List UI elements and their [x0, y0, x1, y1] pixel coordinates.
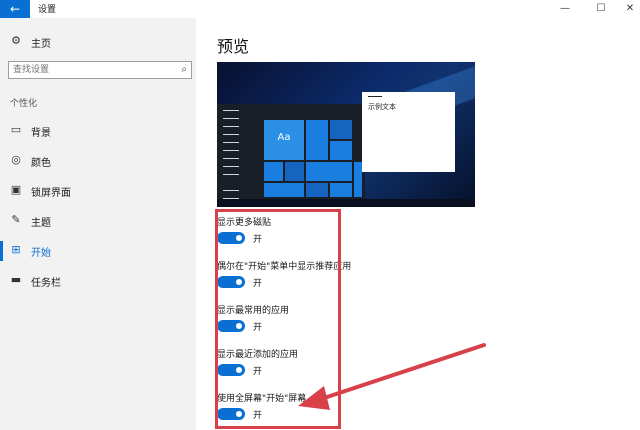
taskbar-icon: ▬	[10, 273, 22, 286]
menu-line	[223, 118, 239, 119]
sidebar-item-themes[interactable]: ✎ 主题	[0, 207, 196, 235]
theme-brush-icon: ✎	[11, 213, 21, 226]
sidebar-item-label: 主页	[31, 39, 51, 50]
preview-tile	[330, 141, 352, 160]
preview-window-line	[368, 96, 382, 97]
start-icon: ⊞	[11, 243, 21, 256]
preview-tile	[330, 183, 352, 197]
lock-screen-icon: ▣	[10, 183, 22, 196]
menu-line	[223, 158, 239, 159]
preview-tile	[330, 120, 352, 139]
sidebar-item-lock-screen[interactable]: ▣ 锁屏界面	[0, 177, 196, 205]
window-title: 设置	[38, 5, 57, 15]
menu-line	[223, 166, 239, 167]
sidebar-item-label: 主题	[31, 218, 51, 229]
menu-line	[223, 134, 239, 135]
preview-tile	[354, 162, 362, 197]
start-preview: Aa 示例文本	[217, 62, 475, 207]
close-button[interactable]: ✕	[615, 0, 640, 18]
sidebar-item-label: 开始	[31, 248, 51, 259]
active-indicator	[0, 241, 3, 261]
menu-line	[223, 110, 239, 111]
sidebar-item-home[interactable]: ⚙ 主页	[0, 28, 196, 56]
palette-icon: ◎	[11, 153, 21, 166]
sidebar-item-label: 锁屏界面	[31, 188, 71, 199]
preview-tile	[306, 162, 352, 181]
menu-line	[223, 190, 239, 191]
sidebar-item-label: 背景	[31, 128, 51, 139]
preview-tile	[285, 162, 304, 181]
search-input[interactable]	[13, 63, 173, 77]
preview-tile	[264, 183, 304, 197]
preview-tile	[306, 120, 328, 160]
sidebar-item-background[interactable]: ▭ 背景	[0, 117, 196, 145]
back-button[interactable]: ←	[0, 0, 30, 18]
menu-line	[223, 142, 239, 143]
back-arrow-icon: ←	[9, 2, 21, 16]
sidebar-item-label: 任务栏	[31, 278, 61, 289]
page-title: 预览	[217, 37, 250, 56]
title-bar: ← 设置 — ☐ ✕	[0, 0, 640, 18]
preview-taskbar	[217, 199, 475, 207]
image-icon: ▭	[10, 123, 22, 136]
sidebar-item-taskbar[interactable]: ▬ 任务栏	[0, 267, 196, 295]
minimize-button[interactable]: —	[550, 0, 580, 18]
menu-line	[223, 126, 239, 127]
menu-line	[223, 150, 239, 151]
sidebar-item-colors[interactable]: ◎ 颜色	[0, 147, 196, 175]
preview-window-text: 示例文本	[368, 103, 396, 111]
sidebar: ⚙ 主页 ⌕ 个性化 ▭ 背景 ◎ 颜色 ▣ 锁屏界面 ✎ 主题 ⊞ 开始 ▬ …	[0, 18, 196, 430]
search-box[interactable]: ⌕	[8, 61, 192, 79]
menu-line	[223, 174, 239, 175]
sidebar-item-label: 颜色	[31, 158, 51, 169]
gear-icon: ⚙	[11, 34, 21, 47]
preview-tile	[306, 183, 328, 197]
preview-tile	[264, 162, 283, 181]
search-icon[interactable]: ⌕	[181, 64, 187, 75]
sidebar-item-start[interactable]: ⊞ 开始	[0, 237, 196, 265]
maximize-button[interactable]: ☐	[586, 0, 616, 18]
highlight-box	[215, 209, 341, 429]
preview-window: 示例文本	[362, 92, 455, 172]
preview-tile-aa: Aa	[264, 120, 304, 160]
section-label: 个性化	[10, 99, 38, 109]
